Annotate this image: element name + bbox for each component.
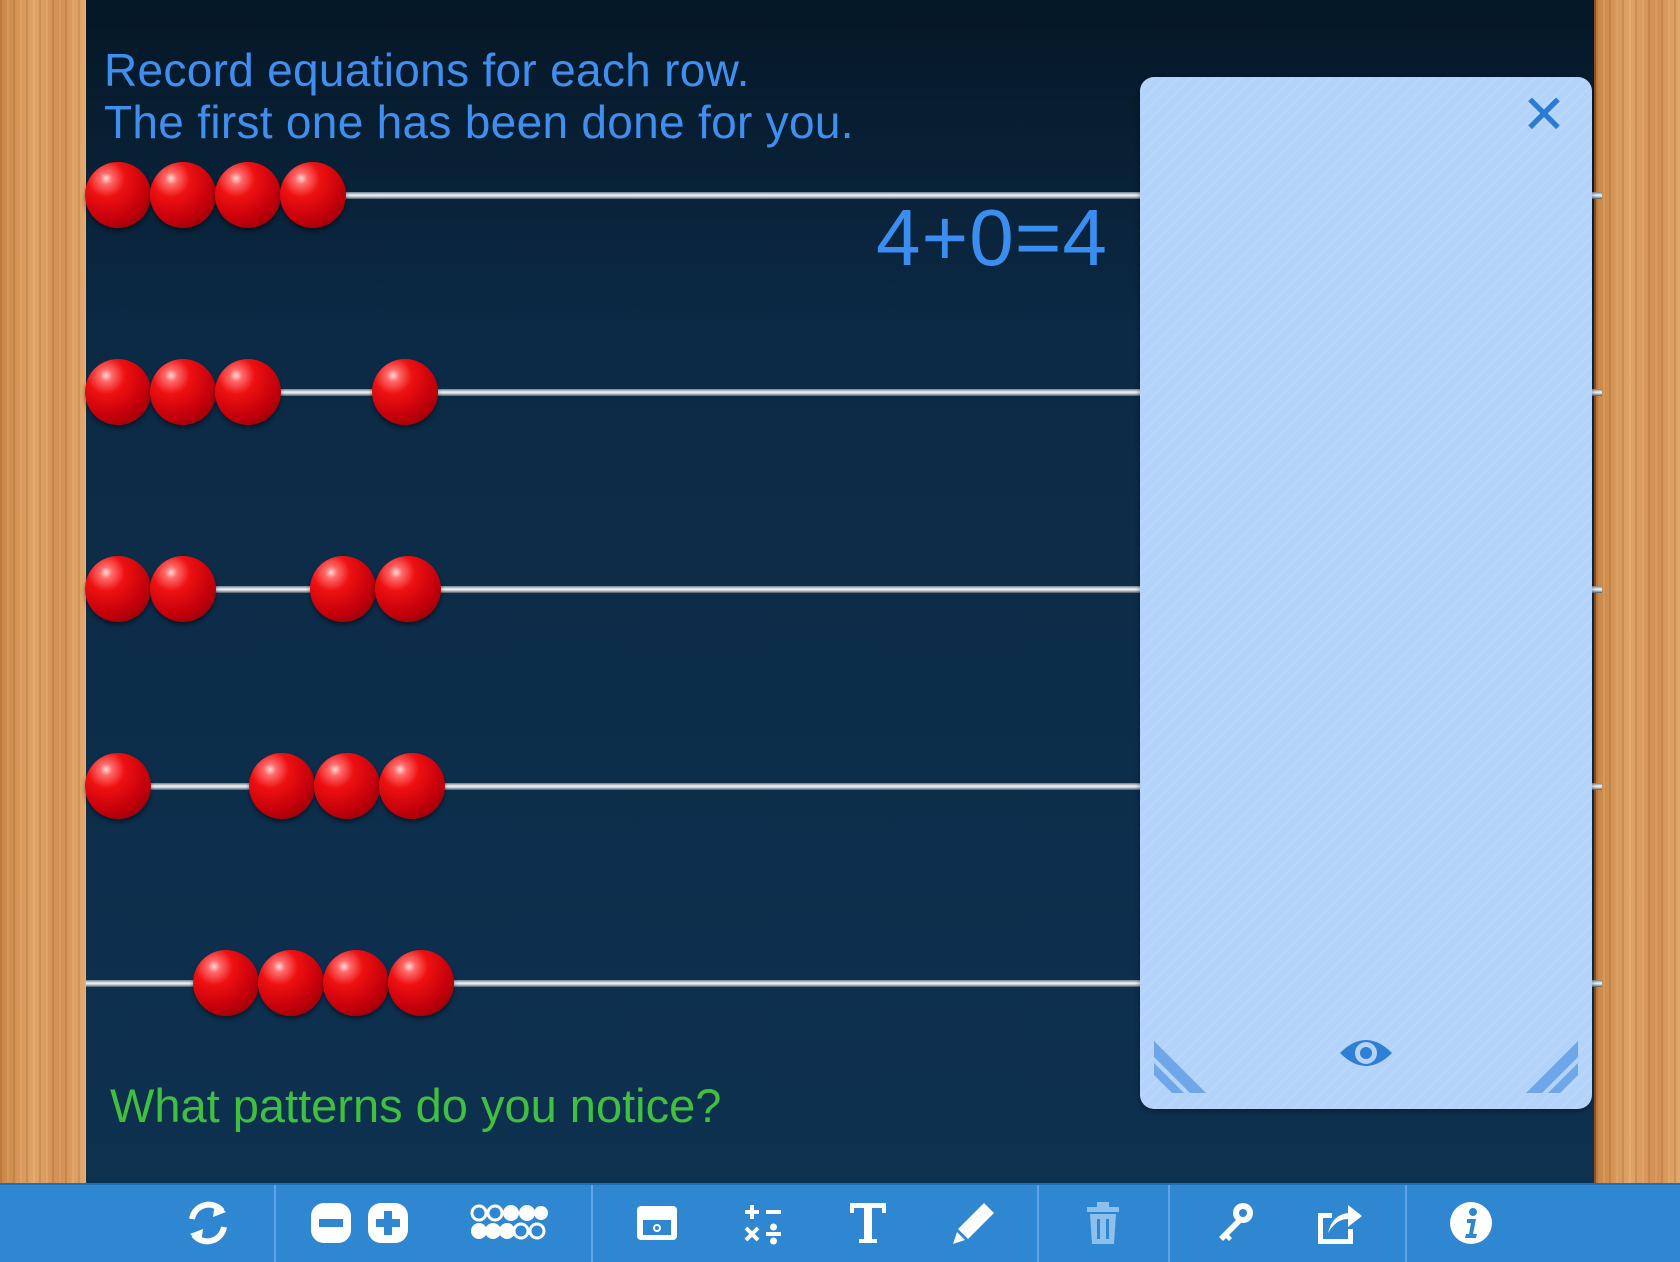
resize-right-icon[interactable]	[1518, 1033, 1582, 1097]
bead[interactable]	[150, 162, 216, 228]
bead[interactable]	[280, 162, 346, 228]
bead[interactable]	[85, 753, 151, 819]
plus-icon[interactable]	[358, 1197, 418, 1249]
wood-frame-left	[0, 0, 88, 1183]
wood-frame-right	[1594, 0, 1680, 1183]
toolbar-separator	[1168, 1185, 1170, 1262]
info-icon[interactable]	[1441, 1197, 1501, 1249]
toolbar-separator	[591, 1185, 593, 1262]
toolbar-separator	[1405, 1185, 1407, 1262]
close-icon[interactable]: ✕	[1520, 88, 1568, 142]
instructions: Record equations for each row. The first…	[104, 44, 854, 148]
bead[interactable]	[310, 556, 376, 622]
question-text: What patterns do you notice?	[110, 1079, 722, 1132]
bottom-toolbar	[0, 1183, 1680, 1262]
bead[interactable]	[323, 950, 389, 1016]
equation-box-icon[interactable]	[627, 1197, 687, 1249]
bead[interactable]	[85, 359, 151, 425]
bead[interactable]	[215, 162, 281, 228]
share-icon[interactable]	[1308, 1197, 1368, 1249]
bead[interactable]	[85, 556, 151, 622]
operations-icon[interactable]	[733, 1197, 793, 1249]
notes-panel[interactable]: ✕	[1140, 77, 1592, 1109]
key-icon[interactable]	[1205, 1197, 1265, 1249]
bead[interactable]	[375, 556, 441, 622]
instruction-line-2: The first one has been done for you.	[104, 96, 854, 148]
bead[interactable]	[379, 753, 445, 819]
bead[interactable]	[372, 359, 438, 425]
minus-icon[interactable]	[303, 1197, 363, 1249]
bead[interactable]	[193, 950, 259, 1016]
bead[interactable]	[249, 753, 315, 819]
bead[interactable]	[150, 359, 216, 425]
trash-icon[interactable]	[1073, 1197, 1133, 1249]
bead[interactable]	[258, 950, 324, 1016]
bead[interactable]	[85, 162, 151, 228]
equation-row-1: 4+0=4	[876, 193, 1108, 282]
bead[interactable]	[388, 950, 454, 1016]
beads-layout-icon[interactable]	[467, 1197, 551, 1249]
bead[interactable]	[150, 556, 216, 622]
reset-icon[interactable]	[178, 1197, 238, 1249]
bead[interactable]	[215, 359, 281, 425]
eye-icon[interactable]	[1338, 1033, 1394, 1073]
toolbar-separator	[1037, 1185, 1039, 1262]
pen-icon[interactable]	[944, 1197, 1004, 1249]
bead[interactable]	[314, 753, 380, 819]
instruction-line-1: Record equations for each row.	[104, 44, 750, 96]
resize-left-icon[interactable]	[1150, 1033, 1214, 1097]
text-icon[interactable]	[838, 1197, 898, 1249]
toolbar-separator	[274, 1185, 276, 1262]
